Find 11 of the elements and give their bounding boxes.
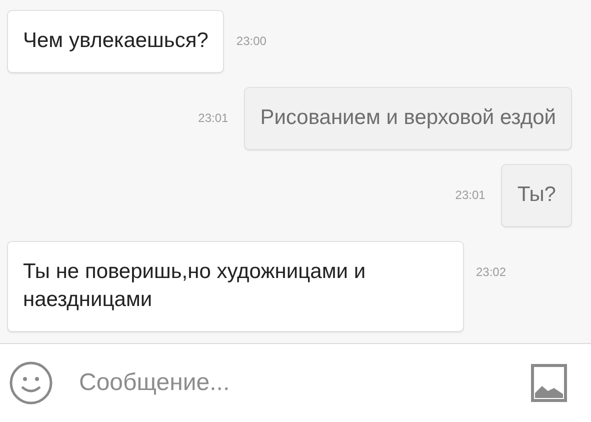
- image-icon[interactable]: [531, 364, 567, 402]
- message-time: 23:02: [476, 265, 506, 279]
- outgoing-message: Ты?: [501, 164, 572, 227]
- outgoing-message: Рисованием и верховой ездой: [244, 87, 572, 150]
- incoming-message: Чем увлекаешься?: [7, 10, 224, 73]
- message-time: 23:00: [236, 34, 266, 48]
- message-time: 23:01: [198, 111, 228, 125]
- message-time: 23:01: [455, 188, 486, 202]
- incoming-message: Ты не поверишь,но художницами и наездницами: [7, 241, 464, 332]
- message-field[interactable]: Сообщение...: [79, 369, 505, 397]
- smiley-icon[interactable]: [9, 361, 53, 405]
